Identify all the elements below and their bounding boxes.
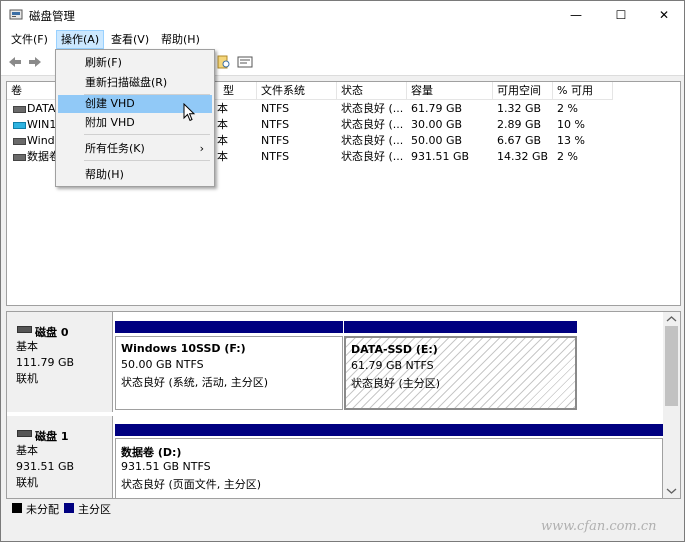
submenu-arrow-icon: › xyxy=(199,142,204,155)
partition-status: 状态良好 (页面文件, 主分区) xyxy=(121,478,262,491)
menu-help[interactable]: 帮助(H) xyxy=(157,31,204,48)
disk-type: 基本 xyxy=(16,444,38,457)
volume-filesystem: NTFS xyxy=(261,134,290,147)
maximize-icon: ☐ xyxy=(615,8,627,22)
legend-unallocated-label: 未分配 xyxy=(26,503,59,516)
back-arrow-icon[interactable] xyxy=(6,53,24,71)
volume-free-space: 6.67 GB xyxy=(497,134,542,147)
properties-icon[interactable] xyxy=(215,53,233,71)
volume-status: 状态良好 (... xyxy=(341,134,404,147)
maximize-button[interactable]: ☐ xyxy=(599,1,643,29)
disk-1-label[interactable]: 磁盘 1 基本 931.51 GB 联机 xyxy=(7,416,113,498)
menu-separator xyxy=(84,134,210,135)
partition-windows-10ssd[interactable]: Windows 10SSD (F:) 50.00 GB NTFS 状态良好 (系… xyxy=(115,336,343,410)
column-header-filesystem[interactable]: 文件系统 xyxy=(257,82,337,100)
title-bar: 磁盘管理 — ☐ ✕ xyxy=(1,1,684,29)
menu-action[interactable]: 操作(A) xyxy=(56,30,105,49)
volume-status: 状态良好 (... xyxy=(341,102,404,115)
scroll-thumb[interactable] xyxy=(665,326,678,406)
watermark: www.cfan.com.cn xyxy=(541,519,657,534)
disk-type: 基本 xyxy=(16,340,38,353)
menu-view[interactable]: 查看(V) xyxy=(107,31,153,48)
volume-capacity: 50.00 GB xyxy=(411,134,463,147)
close-button[interactable]: ✕ xyxy=(642,1,684,29)
legend: 未分配 主分区 xyxy=(6,500,681,518)
legend-unallocated-swatch xyxy=(12,503,22,513)
volume-type: 本 xyxy=(217,102,228,115)
volume-filesystem: NTFS xyxy=(261,150,290,163)
column-header-capacity[interactable]: 容量 xyxy=(407,82,493,100)
partition-bar-e xyxy=(344,321,577,333)
menu-file[interactable]: 文件(F) xyxy=(7,31,52,48)
volume-type: 本 xyxy=(217,150,228,163)
disk-management-app-icon xyxy=(9,9,23,20)
partition-name: DATA-SSD (E:) xyxy=(351,343,438,356)
mouse-cursor-icon xyxy=(183,103,196,122)
partition-data-ssd[interactable]: DATA-SSD (E:) 61.79 GB NTFS 状态良好 (主分区) xyxy=(344,336,577,410)
close-icon: ✕ xyxy=(658,8,670,22)
volume-percent-free: 10 % xyxy=(557,118,585,131)
column-header-type[interactable]: 型 xyxy=(211,82,257,100)
volume-percent-free: 2 % xyxy=(557,102,578,115)
volume-capacity: 30.00 GB xyxy=(411,118,463,131)
minimize-icon: — xyxy=(570,8,582,22)
disk-title: 磁盘 1 xyxy=(35,430,69,443)
volume-status: 状态良好 (... xyxy=(341,118,404,131)
volume-percent-free: 2 % xyxy=(557,150,578,163)
scroll-down-icon[interactable] xyxy=(666,487,677,495)
forward-arrow-icon[interactable] xyxy=(26,53,44,71)
partition-data-volume[interactable]: 数据卷 (D:) 931.51 GB NTFS 状态良好 (页面文件, 主分区) xyxy=(115,438,663,498)
legend-primary-label: 主分区 xyxy=(78,503,111,516)
volume-capacity: 61.79 GB xyxy=(411,102,463,115)
volume-filesystem: NTFS xyxy=(261,102,290,115)
partition-size-fs: 61.79 GB NTFS xyxy=(351,359,434,372)
partition-size-fs: 50.00 GB NTFS xyxy=(121,358,204,371)
column-header-free-space[interactable]: 可用空间 xyxy=(493,82,553,100)
disk-state: 联机 xyxy=(16,476,38,489)
disk-icon xyxy=(17,326,32,333)
partition-status: 状态良好 (主分区) xyxy=(351,377,441,390)
column-header-percent-free[interactable]: % 可用 xyxy=(553,82,613,100)
disk-layout-pane: 磁盘 0 基本 111.79 GB 联机 Windows 10SSD (F:) … xyxy=(6,311,681,499)
window-title: 磁盘管理 xyxy=(29,9,75,23)
volume-free-space: 2.89 GB xyxy=(497,118,542,131)
legend-primary-swatch xyxy=(64,503,74,513)
volume-type: 本 xyxy=(217,118,228,131)
disk-icon xyxy=(17,430,32,437)
help-topics-icon[interactable] xyxy=(236,53,254,71)
partition-bar-d xyxy=(115,424,663,436)
disk-0-label[interactable]: 磁盘 0 基本 111.79 GB 联机 xyxy=(7,312,113,412)
disk-size: 931.51 GB xyxy=(16,460,75,473)
menu-item-rescan-disks[interactable]: 重新扫描磁盘(R) xyxy=(58,74,212,92)
volume-capacity: 931.51 GB xyxy=(411,150,470,163)
column-header-status[interactable]: 状态 xyxy=(337,82,407,100)
disk-state: 联机 xyxy=(16,372,38,385)
partition-name: 数据卷 (D:) xyxy=(121,446,182,459)
disk-management-window: 磁盘管理 — ☐ ✕ 文件(F) 操作(A) 查看(V) 帮助(H) 卷 型 文… xyxy=(0,0,685,542)
volume-status: 状态良好 (... xyxy=(341,150,404,163)
disk-size: 111.79 GB xyxy=(16,356,75,369)
volume-free-space: 14.32 GB xyxy=(497,150,549,163)
partition-name: Windows 10SSD (F:) xyxy=(121,342,246,355)
menu-item-all-tasks[interactable]: 所有任务(K) › xyxy=(58,140,212,158)
disk-title: 磁盘 0 xyxy=(35,326,69,339)
volume-free-space: 1.32 GB xyxy=(497,102,542,115)
partition-size-fs: 931.51 GB NTFS xyxy=(121,460,211,473)
menu-item-all-tasks-label: 所有任务(K) xyxy=(85,142,145,155)
minimize-button[interactable]: — xyxy=(554,1,598,29)
partition-status: 状态良好 (系统, 活动, 主分区) xyxy=(121,376,269,389)
partition-bar-f xyxy=(115,321,343,333)
menu-item-refresh[interactable]: 刷新(F) xyxy=(58,54,212,72)
volume-percent-free: 13 % xyxy=(557,134,585,147)
menu-separator xyxy=(84,160,210,161)
menu-bar: 文件(F) 操作(A) 查看(V) 帮助(H) xyxy=(1,29,684,49)
volume-type: 本 xyxy=(217,134,228,147)
disk-pane-scrollbar[interactable] xyxy=(663,312,680,498)
scroll-up-icon[interactable] xyxy=(666,315,677,323)
menu-item-help[interactable]: 帮助(H) xyxy=(58,166,212,184)
volume-filesystem: NTFS xyxy=(261,118,290,131)
